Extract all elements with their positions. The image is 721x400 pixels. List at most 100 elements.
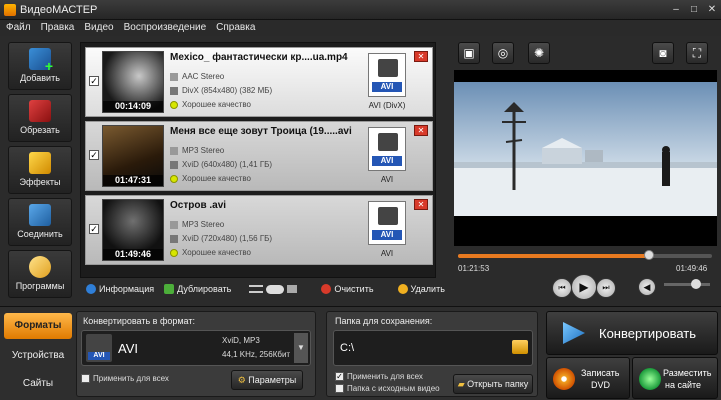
video-info: XviD (640x480) (1,41 ГБ) [170, 160, 272, 169]
quality-info: Хорошее качество [170, 100, 251, 109]
trim-button[interactable]: Обрезать [8, 94, 72, 142]
fullscreen-icon[interactable]: ⛶ [686, 42, 708, 64]
programs-button[interactable]: Программы [8, 250, 72, 298]
file-row[interactable]: ✓ 01:47:31 Меня все еще зовут Троица (19… [85, 121, 433, 191]
menu-edit[interactable]: Правка [41, 20, 75, 36]
add-button[interactable]: + Добавить [8, 42, 72, 90]
output-format-button[interactable]: AVI [368, 201, 406, 245]
remove-file-icon[interactable]: ✕ [414, 125, 428, 136]
source-folder-checkbox[interactable] [335, 384, 344, 394]
play-icon[interactable]: ▶ [571, 274, 597, 300]
file-name: Mexico_ фантастически кр....ua.mp4 [170, 52, 348, 63]
menu-playback[interactable]: Воспроизведение [124, 20, 207, 36]
join-button[interactable]: Соединить [8, 198, 72, 246]
file-row[interactable]: ✓ 01:49:46 Остров .avi MP3 Stereo XviD (… [85, 195, 433, 265]
camera-icon [378, 133, 398, 151]
effects-button[interactable]: Эффекты [8, 146, 72, 194]
dropdown-arrow-icon[interactable]: ▼ [294, 333, 308, 363]
maximize-button[interactable]: □ [687, 3, 701, 16]
open-folder-button[interactable]: ▰ Открыть папку [453, 374, 533, 394]
volume-slider[interactable] [664, 279, 710, 289]
current-time: 01:21:53 [458, 264, 490, 273]
apply-all-format-checkbox[interactable] [81, 374, 90, 384]
quality-text: Хорошее качество [182, 174, 251, 183]
settings-label: Параметры [248, 375, 297, 385]
close-button[interactable]: ✕ [705, 3, 719, 16]
menu-file[interactable]: Файл [6, 20, 31, 36]
save-path-field[interactable]: C:\ [333, 330, 533, 366]
tool-sidebar: + Добавить Обрезать Эффекты Соединить Пр… [8, 42, 74, 298]
apply-all-format[interactable]: Применить для всех [81, 374, 169, 384]
burn-dvd-button[interactable]: Записать DVD [546, 357, 630, 399]
video-text: DivX (854x480) (382 МБ) [182, 86, 273, 95]
video-info: XviD (720x480) (1,56 ГБ) [170, 234, 272, 243]
total-time: 01:49:46 [676, 264, 708, 273]
convert-button[interactable]: Конвертировать [546, 311, 718, 355]
apply-all-save-label: Применить для всех [347, 372, 423, 381]
delete-icon [397, 284, 408, 294]
file-name: Остров .avi [170, 200, 227, 211]
delete-button[interactable]: Удалить [397, 284, 445, 294]
tab-sites[interactable]: Сайты [4, 371, 72, 397]
audio-info: MP3 Stereo [170, 146, 224, 155]
duplicate-label: Дублировать [177, 284, 232, 294]
format-label: AVI [380, 175, 394, 184]
format-params: 44,1 KHz, 256Кбит [222, 350, 291, 359]
output-format-button[interactable]: AVI [368, 127, 406, 171]
file-row[interactable]: ✓ 00:14:09 Mexico_ фантастически кр....u… [85, 47, 433, 117]
speaker-icon [170, 220, 178, 229]
format-tag: AVI [372, 230, 402, 240]
file-checkbox[interactable]: ✓ [89, 150, 99, 160]
next-frame-icon[interactable]: ⏭ [596, 278, 616, 298]
video-preview[interactable] [454, 70, 717, 246]
programs-label: Программы [15, 281, 65, 291]
cut-film-icon [29, 100, 51, 122]
folder-icon: ▰ [457, 379, 465, 389]
settings-button[interactable]: ⚙ Параметры [231, 370, 303, 390]
publish-web-button[interactable]: Разместить на сайте [632, 357, 718, 399]
quality-dot-icon [170, 248, 178, 257]
volume-handle[interactable] [691, 279, 702, 289]
format-name: AVI [118, 341, 138, 356]
seek-handle[interactable] [643, 250, 654, 260]
seek-bar[interactable] [458, 250, 712, 260]
format-selector[interactable]: AVI AVI XviD, MP3 44,1 KHz, 256Кбит ▼ [81, 330, 311, 366]
film-icon [170, 86, 178, 95]
toggle-switch-icon [266, 284, 285, 294]
view-toggle[interactable] [249, 284, 298, 294]
crop-icon[interactable]: ▣ [458, 42, 480, 64]
list-view-icon [249, 285, 264, 293]
file-checkbox[interactable]: ✓ [89, 76, 99, 86]
remove-file-icon[interactable]: ✕ [414, 199, 428, 210]
clear-icon [321, 284, 332, 294]
file-duration: 00:14:09 [103, 101, 163, 112]
minimize-button[interactable]: – [669, 3, 683, 16]
format-tag: AVI [372, 82, 402, 92]
file-checkbox[interactable]: ✓ [89, 224, 99, 234]
menu-help[interactable]: Справка [216, 20, 255, 36]
grid-view-icon [287, 285, 298, 293]
video-info: DivX (854x480) (382 МБ) [170, 86, 272, 95]
brightness-icon[interactable]: ✺ [528, 42, 550, 64]
quality-dot-icon [170, 174, 178, 183]
clear-button[interactable]: Очистить [321, 284, 374, 294]
apply-all-save[interactable]: ✓ Применить для всех [335, 372, 423, 382]
info-button[interactable]: Информация [86, 284, 154, 294]
output-format-button[interactable]: AVI [368, 53, 406, 97]
browse-folder-icon[interactable] [512, 340, 528, 354]
volume-icon[interactable]: ◀ [638, 278, 656, 296]
previous-frame-icon[interactable]: ⏮ [552, 278, 572, 298]
remove-file-icon[interactable]: ✕ [414, 51, 428, 62]
menu-bar: Файл Правка Видео Воспроизведение Справк… [0, 20, 721, 36]
tab-formats[interactable]: Форматы [4, 313, 72, 339]
source-folder-option[interactable]: Папка с исходным видео [335, 384, 440, 394]
tab-devices[interactable]: Устройства [4, 343, 72, 369]
snapshot-camera-icon[interactable]: ◙ [652, 42, 674, 64]
format-panel-title: Конвертировать в формат: [83, 316, 195, 326]
menu-video[interactable]: Видео [84, 20, 113, 36]
quality-dot-icon [170, 100, 178, 109]
rotate-icon[interactable]: ◎ [492, 42, 514, 64]
file-duration: 01:49:46 [103, 249, 163, 260]
duplicate-button[interactable]: Дублировать [164, 284, 231, 294]
apply-all-save-checkbox[interactable]: ✓ [335, 372, 344, 382]
